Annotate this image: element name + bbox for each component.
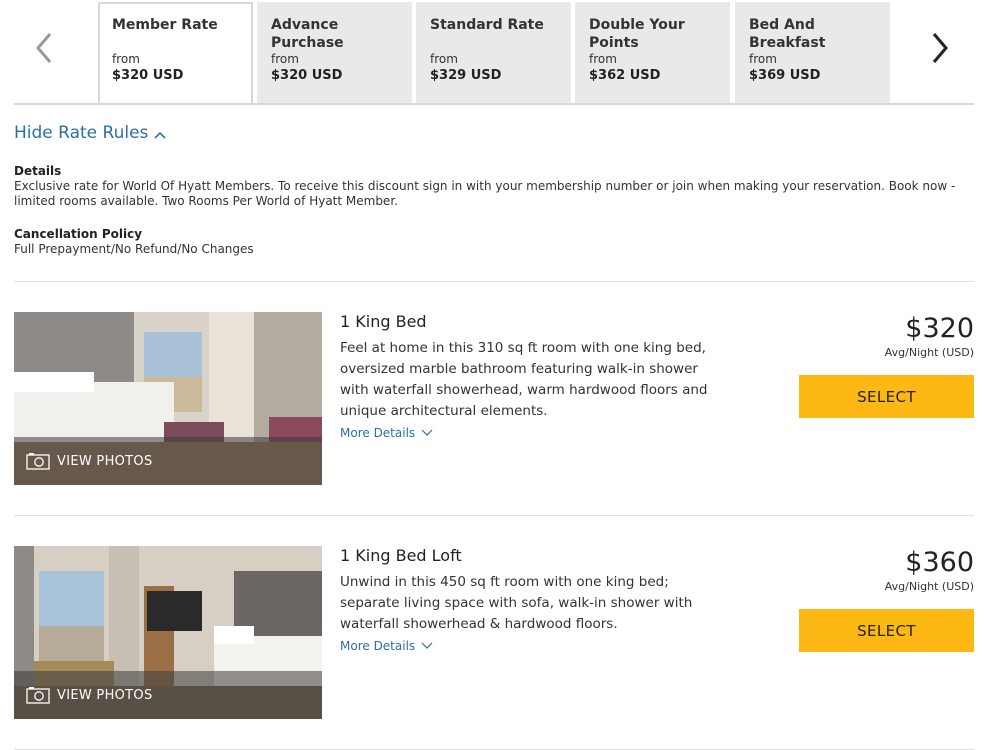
view-photos-overlay[interactable]: VIEW PHOTOS xyxy=(14,671,322,719)
tab-from-label: from xyxy=(749,52,777,66)
room-divider xyxy=(14,515,974,516)
room-card-king: VIEW PHOTOS 1 King Bed Feel at home in t… xyxy=(14,312,974,485)
tab-from-label: from xyxy=(430,52,458,66)
camera-icon xyxy=(26,687,50,704)
tab-price: $369 USD xyxy=(749,68,821,83)
tab-name: Standard Rate xyxy=(430,17,544,33)
select-button[interactable]: SELECT xyxy=(799,609,974,652)
chevron-down-icon xyxy=(421,429,433,436)
room-photo[interactable]: VIEW PHOTOS xyxy=(14,312,322,485)
room-info: 1 King Bed Loft Unwind in this 450 sq ft… xyxy=(340,546,710,654)
view-photos-overlay[interactable]: VIEW PHOTOS xyxy=(14,437,322,485)
tab-name: Bed And Breakfast xyxy=(749,17,826,51)
room-description: Feel at home in this 310 sq ft room with… xyxy=(340,340,708,419)
details-text: Exclusive rate for World Of Hyatt Member… xyxy=(14,179,956,208)
room-card-king-loft: VIEW PHOTOS 1 King Bed Loft Unwind in th… xyxy=(14,546,974,719)
more-details-link[interactable]: More Details xyxy=(340,426,433,440)
cancellation-policy: Cancellation Policy Full Prepayment/No R… xyxy=(14,227,974,257)
chevron-left-icon[interactable] xyxy=(28,28,64,68)
chevron-right-icon[interactable] xyxy=(924,28,960,68)
tab-double-your-points[interactable]: Double Your Points from $362 USD xyxy=(575,2,730,104)
section-divider xyxy=(14,281,974,282)
hide-rate-rules-toggle[interactable]: Hide Rate Rules xyxy=(14,123,166,143)
tab-price: $362 USD xyxy=(589,68,661,83)
room-description: Unwind in this 450 sq ft room with one k… xyxy=(340,574,693,632)
room-photo[interactable]: VIEW PHOTOS xyxy=(14,546,322,719)
tab-from-label: from xyxy=(112,52,140,66)
room-price-unit: Avg/Night (USD) xyxy=(884,580,974,593)
chevron-down-icon xyxy=(421,642,433,649)
view-photos-label: VIEW PHOTOS xyxy=(57,687,153,703)
room-price: $320 xyxy=(905,313,974,344)
room-title: 1 King Bed xyxy=(340,312,427,331)
more-details-link[interactable]: More Details xyxy=(340,639,433,653)
tab-advance-purchase[interactable]: Advance Purchase from $320 USD xyxy=(257,2,412,104)
tab-price: $320 USD xyxy=(112,68,184,83)
tab-member-rate[interactable]: Member Rate from $320 USD xyxy=(98,2,253,105)
cancellation-heading: Cancellation Policy xyxy=(14,227,143,241)
more-details-label: More Details xyxy=(340,426,416,440)
tab-standard-rate[interactable]: Standard Rate from $329 USD xyxy=(416,2,571,104)
room-price-unit: Avg/Night (USD) xyxy=(884,346,974,359)
room-price: $360 xyxy=(905,547,974,578)
camera-icon xyxy=(26,453,50,470)
room-price-block: $320 Avg/Night (USD) xyxy=(794,312,974,359)
chevron-up-icon xyxy=(154,131,166,139)
room-info: 1 King Bed Feel at home in this 310 sq f… xyxy=(340,312,710,441)
cancellation-text: Full Prepayment/No Refund/No Changes xyxy=(14,242,254,256)
hide-rate-rules-label: Hide Rate Rules xyxy=(14,123,149,143)
rate-details: Details Exclusive rate for World Of Hyat… xyxy=(14,164,974,209)
tab-bed-and-breakfast[interactable]: Bed And Breakfast from $369 USD xyxy=(735,2,890,104)
tab-name: Double Your Points xyxy=(589,17,685,51)
room-price-block: $360 Avg/Night (USD) xyxy=(794,546,974,593)
room-title: 1 King Bed Loft xyxy=(340,546,462,565)
tab-price: $329 USD xyxy=(430,68,502,83)
tab-name: Advance Purchase xyxy=(271,17,344,51)
select-button[interactable]: SELECT xyxy=(799,375,974,418)
tab-price: $320 USD xyxy=(271,68,343,83)
tab-from-label: from xyxy=(589,52,617,66)
rate-tabs: Member Rate from $320 USD Advance Purcha… xyxy=(0,0,985,105)
more-details-label: More Details xyxy=(340,639,416,653)
view-photos-label: VIEW PHOTOS xyxy=(57,453,153,469)
tabs-divider xyxy=(14,103,974,105)
tab-from-label: from xyxy=(271,52,299,66)
tab-name: Member Rate xyxy=(112,17,218,33)
details-heading: Details xyxy=(14,164,62,178)
